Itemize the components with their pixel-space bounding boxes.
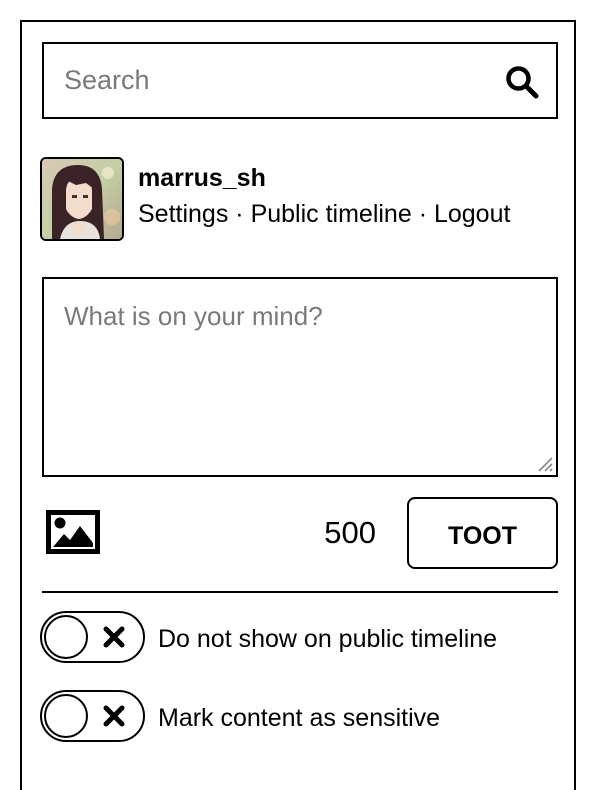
close-icon <box>103 626 125 648</box>
resize-handle-icon[interactable] <box>536 455 554 473</box>
username: marrus_sh <box>138 164 266 192</box>
logout-link[interactable]: Logout <box>434 200 510 228</box>
settings-link[interactable]: Settings <box>138 200 228 228</box>
sensitive-label: Mark content as sensitive <box>158 704 441 732</box>
sensitive-toggle[interactable] <box>40 690 145 742</box>
unlisted-label: Do not show on public timeline <box>158 625 498 653</box>
unlisted-toggle[interactable] <box>40 611 145 663</box>
search-input[interactable] <box>44 44 484 117</box>
toggle-knob <box>44 694 88 738</box>
close-icon <box>103 705 125 727</box>
character-counter: 500 <box>324 515 376 550</box>
divider <box>42 591 558 593</box>
search-icon[interactable] <box>504 64 540 100</box>
image-icon[interactable] <box>46 510 100 554</box>
search-box <box>42 42 558 119</box>
compose-textarea[interactable] <box>42 277 558 477</box>
toggle-knob <box>44 615 88 659</box>
account-nav: Settings · Public timeline · Logout <box>138 199 510 229</box>
public-timeline-link[interactable]: Public timeline <box>251 200 412 228</box>
toot-button[interactable]: TOOT <box>407 497 558 569</box>
link-separator: · <box>411 200 434 228</box>
link-separator: · <box>228 200 251 228</box>
avatar[interactable] <box>40 157 124 241</box>
avatar-image <box>42 159 122 239</box>
